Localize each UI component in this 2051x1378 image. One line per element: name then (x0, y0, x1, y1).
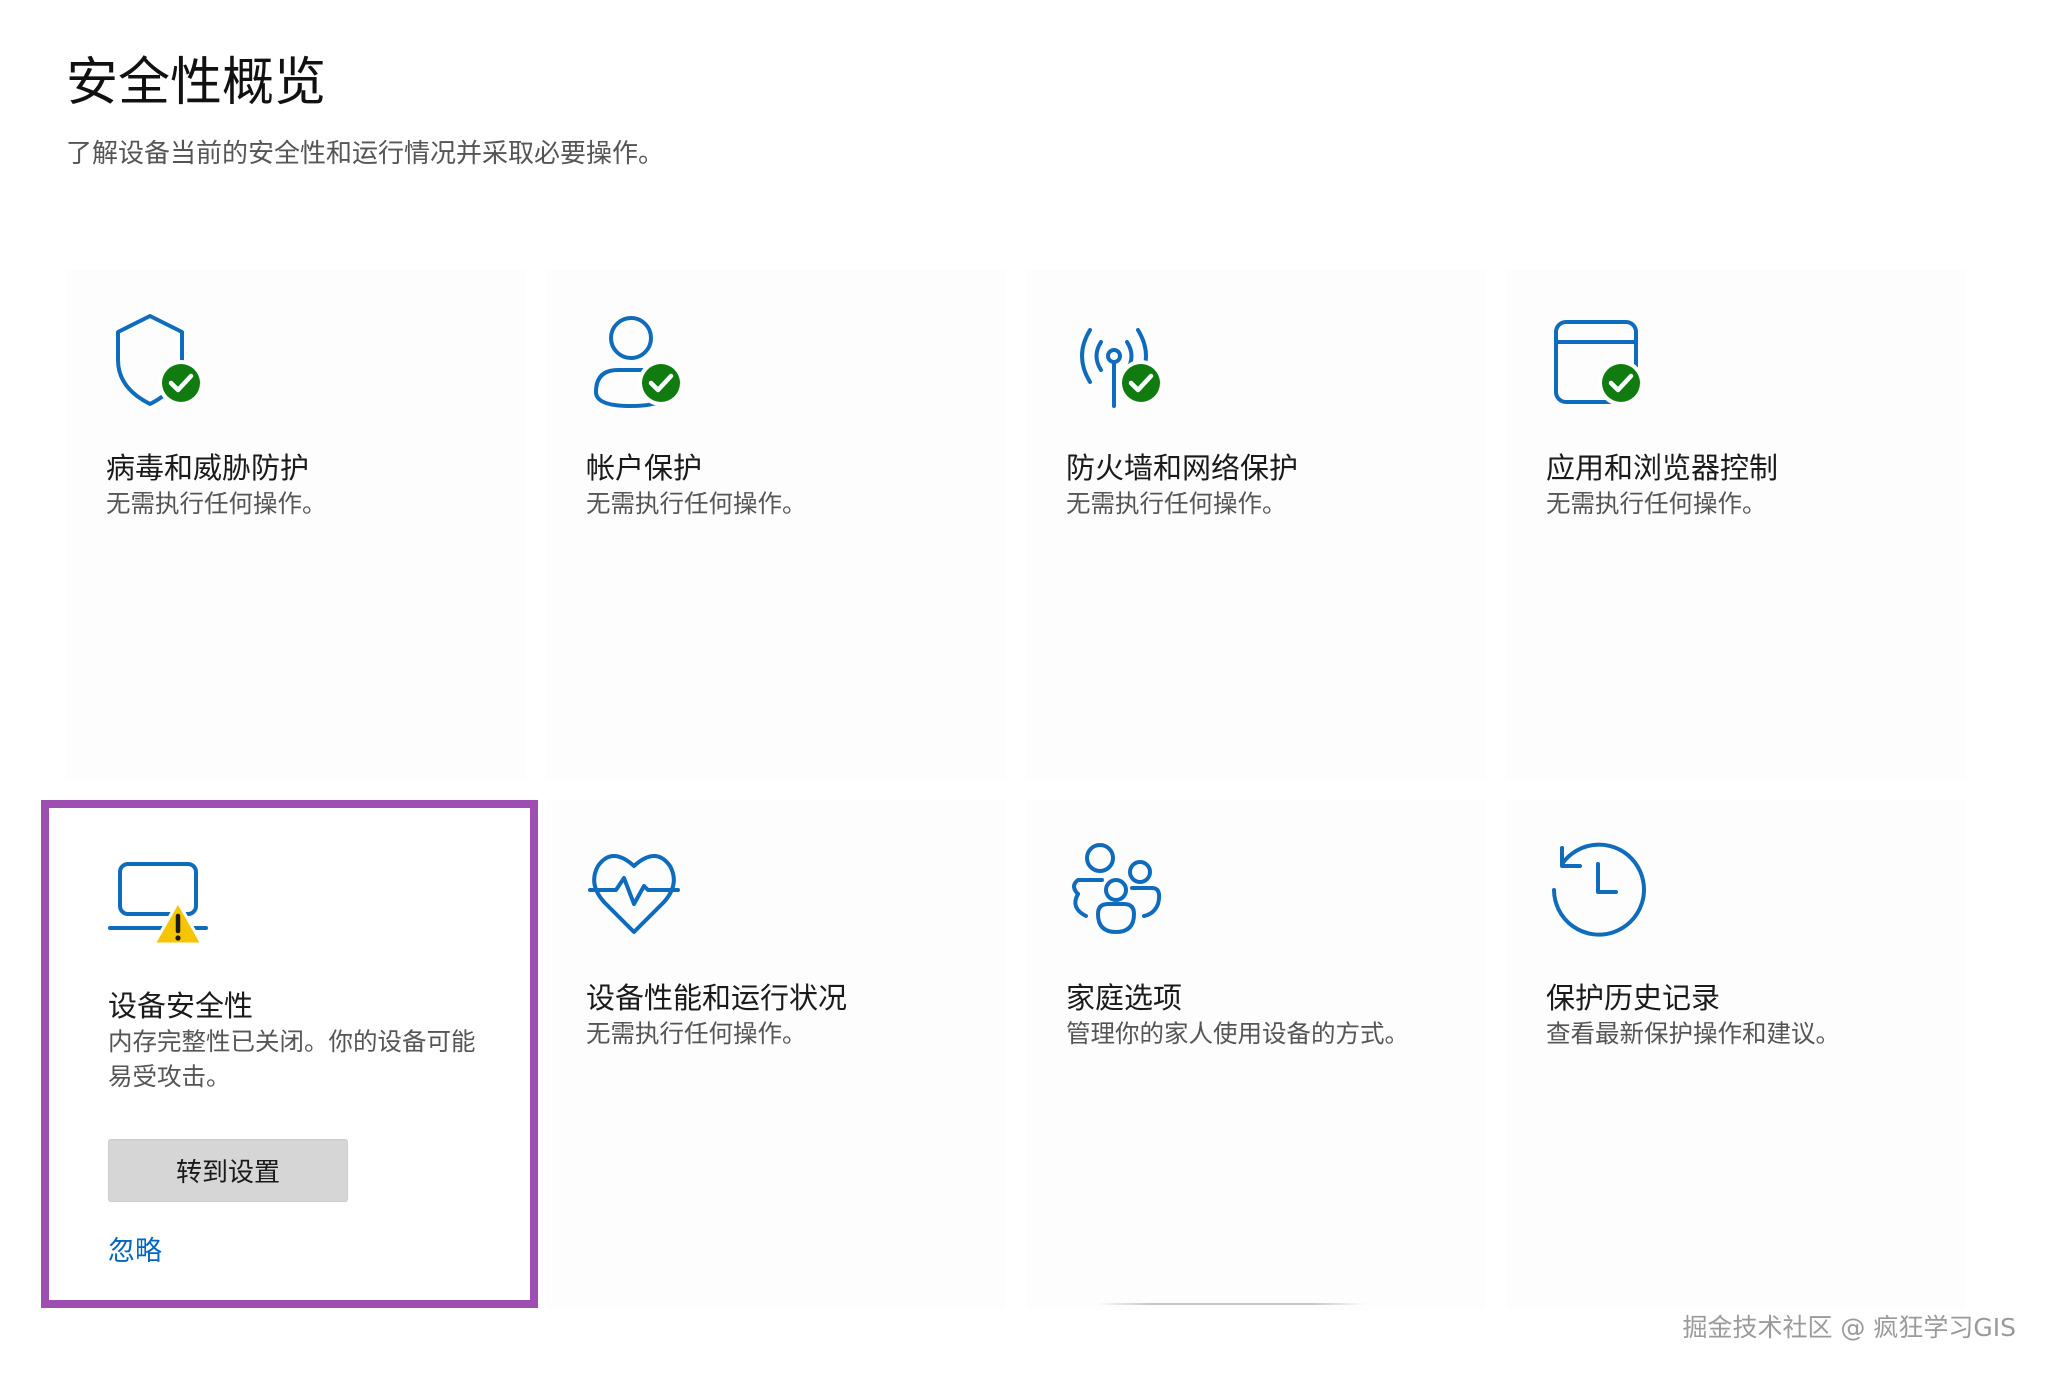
tile-description: 查看最新保护操作和建议。 (1546, 1019, 1840, 1048)
person-icon (586, 308, 696, 418)
tile-title: 防火墙和网络保护 (1066, 451, 1299, 485)
watermark-text: 掘金技术社区 @ 疯狂学习GIS (1682, 1313, 2016, 1342)
antenna-icon (1066, 308, 1176, 418)
tile-description: 无需执行任何操作。 (1546, 489, 1767, 518)
family-icon (1066, 838, 1176, 948)
tile-device-performance[interactable]: 设备性能和运行状况 无需执行任何操作。 (546, 800, 1006, 1310)
history-icon (1546, 838, 1656, 948)
tile-description: 无需执行任何操作。 (586, 1019, 807, 1048)
tile-description: 管理你的家人使用设备的方式。 (1066, 1019, 1409, 1048)
tile-title: 应用和浏览器控制 (1546, 451, 1779, 485)
dismiss-link[interactable]: 忽略 (108, 1233, 162, 1271)
check-badge-icon (158, 360, 204, 406)
browser-window-icon (1546, 308, 1656, 418)
tile-description: 无需执行任何操作。 (1066, 489, 1287, 518)
divider (1096, 1303, 1366, 1305)
tile-title: 设备性能和运行状况 (586, 981, 848, 1015)
tile-title: 设备安全性 (108, 989, 254, 1023)
heart-pulse-icon (586, 838, 696, 948)
tile-description: 内存完整性已关闭。你的设备可能易受攻击。 (108, 1027, 476, 1091)
page-title: 安全性概览 (66, 53, 327, 113)
tile-account-protection[interactable]: 帐户保护 无需执行任何操作。 (546, 270, 1006, 780)
tile-virus-threat-protection[interactable]: 病毒和威胁防护 无需执行任何操作。 (66, 270, 526, 780)
tile-family-options[interactable]: 家庭选项 管理你的家人使用设备的方式。 (1026, 800, 1486, 1310)
check-badge-icon (1598, 360, 1644, 406)
check-badge-icon (1118, 360, 1164, 406)
tile-title: 病毒和威胁防护 (106, 451, 310, 485)
shield-icon (106, 308, 216, 418)
tile-description: 无需执行任何操作。 (586, 489, 807, 518)
go-to-settings-button[interactable]: 转到设置 (108, 1139, 348, 1202)
tile-app-browser-control[interactable]: 应用和浏览器控制 无需执行任何操作。 (1506, 270, 1966, 780)
tile-device-security[interactable]: 设备安全性 内存完整性已关闭。你的设备可能易受攻击。 转到设置 忽略 (41, 800, 538, 1308)
tile-title: 帐户保护 (586, 451, 703, 485)
page-subtitle: 了解设备当前的安全性和运行情况并采取必要操作。 (66, 139, 665, 169)
check-badge-icon (638, 360, 684, 406)
laptop-icon (108, 846, 218, 956)
tile-protection-history[interactable]: 保护历史记录 查看最新保护操作和建议。 (1506, 800, 1966, 1310)
tile-title: 家庭选项 (1066, 981, 1183, 1015)
tile-description: 无需执行任何操作。 (106, 489, 327, 518)
tile-firewall-network[interactable]: 防火墙和网络保护 无需执行任何操作。 (1026, 270, 1486, 780)
tile-title: 保护历史记录 (1546, 981, 1721, 1015)
